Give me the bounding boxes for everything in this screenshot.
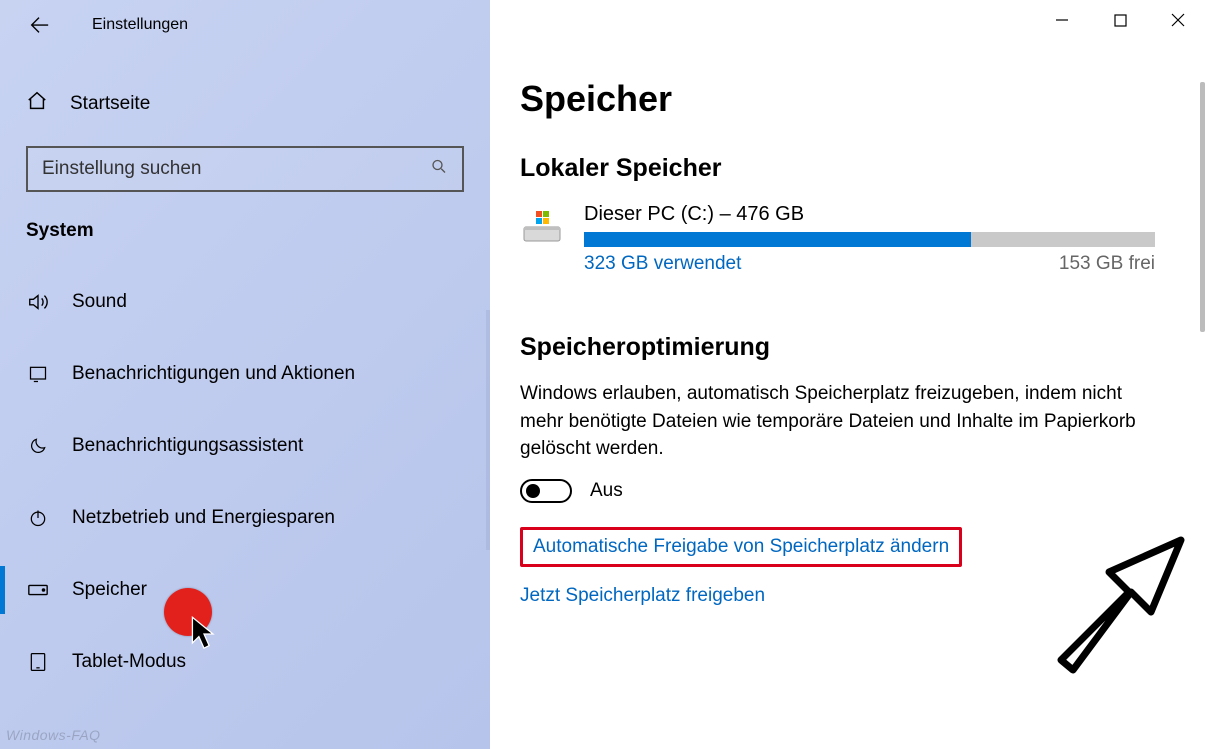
- home-icon: [26, 90, 48, 118]
- sidebar-item-home[interactable]: Startseite: [0, 80, 490, 128]
- sidebar-item-power[interactable]: Netzbetrieb und Energiesparen: [0, 482, 490, 554]
- storage-sense-description: Windows erlauben, automatisch Speicherpl…: [520, 380, 1155, 463]
- drive-icon: [520, 203, 564, 247]
- sidebar-item-label: Benachrichtigungen und Aktionen: [72, 363, 355, 385]
- sidebar-home-label: Startseite: [70, 93, 150, 115]
- drive-title: Dieser PC (C:) – 476 GB: [584, 203, 1155, 226]
- main-scrollbar[interactable]: [1200, 82, 1205, 332]
- sidebar-item-tablet[interactable]: Tablet-Modus: [0, 626, 490, 698]
- minimize-icon: [1055, 13, 1069, 27]
- search-box[interactable]: [26, 146, 464, 192]
- sidebar-heading: System: [0, 192, 490, 252]
- sidebar-item-label: Speicher: [72, 579, 147, 601]
- moon-icon: [26, 436, 50, 456]
- sidebar: Startseite System Sound Benachrichtigung…: [0, 0, 490, 749]
- search-icon: [430, 158, 448, 181]
- sidebar-item-focus-assist[interactable]: Benachrichtigungsassistent: [0, 410, 490, 482]
- notifications-icon: [26, 364, 50, 384]
- tablet-icon: [26, 652, 50, 672]
- storage-bar-fill: [584, 232, 971, 247]
- storage-used-label: 323 GB verwendet: [584, 253, 741, 275]
- sidebar-item-label: Benachrichtigungsassistent: [72, 435, 303, 457]
- storage-sense-toggle[interactable]: [520, 479, 572, 503]
- back-arrow-icon: [28, 14, 50, 36]
- close-icon: [1171, 13, 1185, 27]
- maximize-icon: [1114, 14, 1127, 27]
- drive-row[interactable]: Dieser PC (C:) – 476 GB 323 GB verwendet…: [520, 203, 1155, 275]
- power-icon: [26, 508, 50, 528]
- sidebar-item-storage[interactable]: Speicher: [0, 554, 490, 626]
- link-change-auto-free[interactable]: Automatische Freigabe von Speicherplatz …: [520, 527, 962, 567]
- annotation-cursor-icon: [190, 616, 218, 657]
- link-free-now[interactable]: Jetzt Speicherplatz freigeben: [520, 585, 765, 607]
- sidebar-item-sound[interactable]: Sound: [0, 266, 490, 338]
- toggle-knob: [526, 484, 540, 498]
- annotation-arrow-icon: [1051, 520, 1191, 685]
- search-input[interactable]: [28, 148, 462, 190]
- sidebar-item-label: Sound: [72, 291, 127, 313]
- sidebar-item-label: Netzbetrieb und Energiesparen: [72, 507, 335, 529]
- maximize-button[interactable]: [1091, 0, 1149, 40]
- page-title: Speicher: [520, 78, 1155, 120]
- storage-sense-heading: Speicheroptimierung: [520, 333, 1155, 362]
- minimize-button[interactable]: [1033, 0, 1091, 40]
- watermark: Windows-FAQ: [6, 727, 101, 743]
- sound-icon: [26, 291, 50, 313]
- back-button[interactable]: [28, 14, 50, 41]
- sidebar-item-label: Tablet-Modus: [72, 651, 186, 673]
- storage-bar: [584, 232, 1155, 247]
- local-storage-heading: Lokaler Speicher: [520, 154, 1155, 183]
- storage-free-label: 153 GB frei: [1059, 253, 1155, 275]
- toggle-state-label: Aus: [590, 480, 623, 502]
- sidebar-item-notifications[interactable]: Benachrichtigungen und Aktionen: [0, 338, 490, 410]
- close-button[interactable]: [1149, 0, 1207, 40]
- storage-icon: [26, 582, 50, 598]
